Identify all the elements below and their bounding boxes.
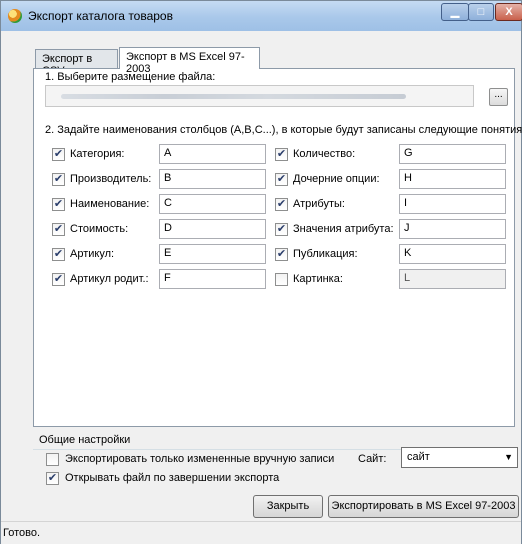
label-manufacturer: Производитель: — [70, 173, 152, 185]
field-parent-sku[interactable]: F — [159, 269, 266, 289]
app-icon — [8, 9, 22, 23]
label-quantity: Количество: — [293, 148, 356, 160]
maximize-icon: □ — [477, 6, 485, 18]
browse-button[interactable]: ... — [489, 88, 508, 106]
label-attribute-values: Значения атрибута: — [293, 223, 394, 235]
label-price: Стоимость: — [70, 223, 129, 235]
checkbox-attribute-values[interactable]: ✔ — [275, 223, 288, 236]
field-child-options[interactable]: H — [399, 169, 506, 189]
checkbox-category[interactable]: ✔ — [52, 148, 65, 161]
export-excel-button[interactable]: Экспортировать в MS Excel 97-2003 — [328, 495, 519, 518]
checkbox-export-modified[interactable] — [46, 453, 59, 466]
tab-export-csv[interactable]: Экспорт в CSV — [35, 49, 118, 77]
field-name[interactable]: C — [159, 194, 266, 214]
label-sku: Артикул: — [70, 248, 115, 260]
checkbox-picture[interactable] — [275, 273, 288, 286]
field-manufacturer[interactable]: B — [159, 169, 266, 189]
field-picture: L — [399, 269, 506, 289]
field-price[interactable]: D — [159, 219, 266, 239]
close-window-button[interactable]: X — [495, 3, 522, 21]
label-category: Категория: — [70, 148, 125, 160]
checkbox-manufacturer[interactable]: ✔ — [52, 173, 65, 186]
checkbox-parent-sku[interactable]: ✔ — [52, 273, 65, 286]
checkbox-child-options[interactable]: ✔ — [275, 173, 288, 186]
export-window: Экспорт каталога товаров ▁ □ X Экспорт в… — [0, 0, 522, 544]
site-dropdown-value: сайт — [407, 451, 430, 463]
field-sku[interactable]: E — [159, 244, 266, 264]
checkbox-quantity[interactable]: ✔ — [275, 148, 288, 161]
field-attributes[interactable]: I — [399, 194, 506, 214]
site-label: Сайт: — [358, 453, 387, 465]
window-title: Экспорт каталога товаров — [28, 9, 173, 23]
checkbox-publication[interactable]: ✔ — [275, 248, 288, 261]
checkbox-price[interactable]: ✔ — [52, 223, 65, 236]
label-open-after-export: Открывать файл по завершении экспорта — [65, 472, 280, 484]
label-publication: Публикация: — [293, 248, 358, 260]
minimize-icon: ▁ — [450, 6, 460, 18]
blurred-path — [61, 94, 406, 99]
checkbox-attributes[interactable]: ✔ — [275, 198, 288, 211]
label-child-options: Дочерние опции: — [293, 173, 380, 185]
close-button[interactable]: Закрыть — [253, 495, 323, 518]
general-settings-title: Общие настройки — [39, 434, 131, 446]
minimize-button[interactable]: ▁ — [441, 3, 469, 21]
field-quantity[interactable]: G — [399, 144, 506, 164]
field-attribute-values[interactable]: J — [399, 219, 506, 239]
file-path-field[interactable] — [45, 85, 474, 107]
label-picture: Картинка: — [293, 273, 343, 285]
chevron-down-icon: ▼ — [504, 452, 513, 462]
field-publication[interactable]: K — [399, 244, 506, 264]
tab-export-excel[interactable]: Экспорт в MS Excel 97-2003 — [119, 47, 260, 75]
label-attributes: Атрибуты: — [293, 198, 345, 210]
label-name: Наименование: — [70, 198, 150, 210]
site-dropdown[interactable]: сайт ▼ — [401, 447, 518, 468]
checkbox-open-after-export[interactable]: ✔ — [46, 472, 59, 485]
maximize-button[interactable]: □ — [468, 3, 494, 21]
step2-label: 2. Задайте наименования столбцов (A,B,C.… — [45, 124, 522, 136]
title-bar[interactable]: Экспорт каталога товаров ▁ □ X — [1, 1, 522, 31]
status-text: Готово. — [3, 527, 41, 539]
field-category[interactable]: A — [159, 144, 266, 164]
status-bar: Готово. — [1, 521, 521, 544]
label-export-modified: Экспортировать только измененные вручную… — [65, 453, 335, 465]
close-icon: X — [505, 6, 513, 18]
checkbox-name[interactable]: ✔ — [52, 198, 65, 211]
checkbox-sku[interactable]: ✔ — [52, 248, 65, 261]
label-parent-sku: Артикул родит.: — [70, 273, 149, 285]
